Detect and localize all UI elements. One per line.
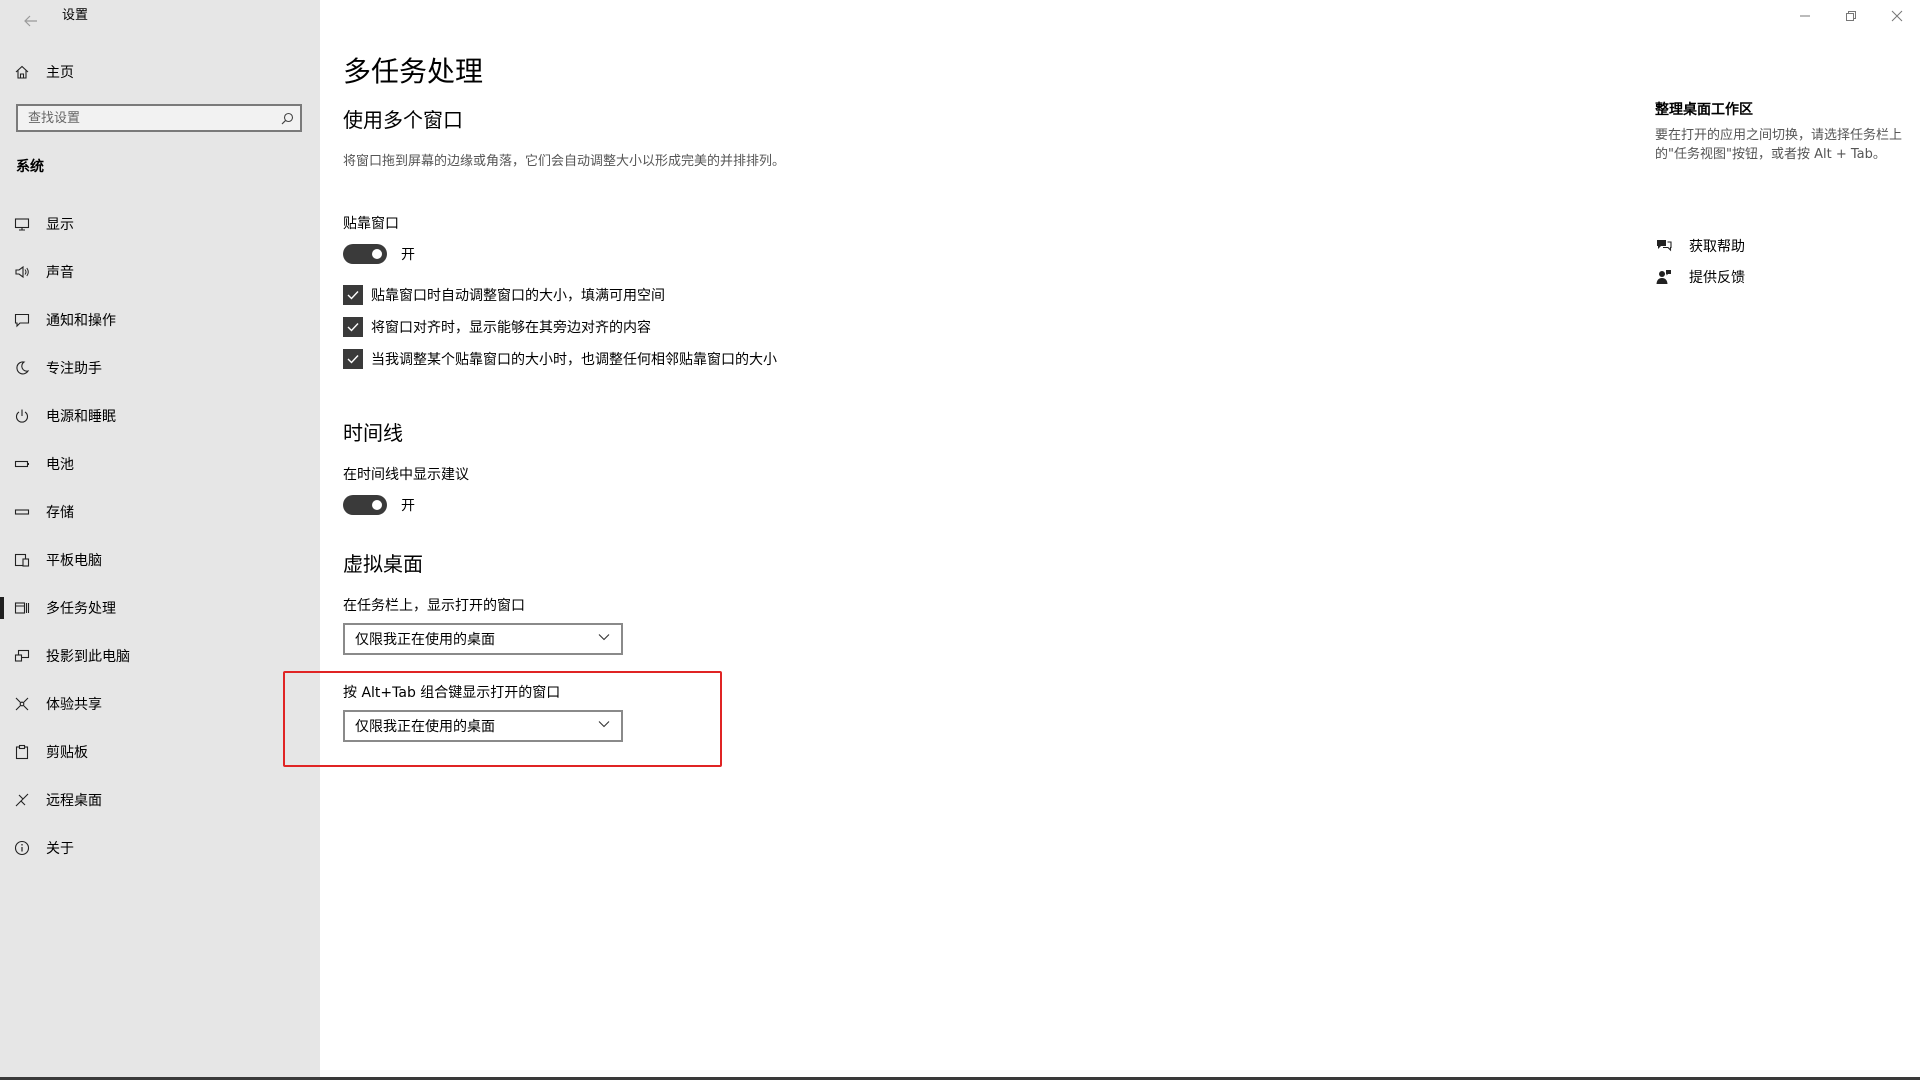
- restore-icon[interactable]: [1828, 0, 1874, 32]
- toggle-knob: [372, 500, 382, 510]
- checkbox-label: 将窗口对齐时，显示能够在其旁边对齐的内容: [371, 320, 651, 336]
- sidebar-item-display[interactable]: 显示: [0, 202, 320, 246]
- sidebar-item-label: 声音: [46, 265, 74, 281]
- sidebar-item-label: 体验共享: [46, 697, 102, 713]
- dropdown-value: 仅限我正在使用的桌面: [355, 632, 495, 648]
- checkbox-row: 将窗口对齐时，显示能够在其旁边对齐的内容: [343, 317, 651, 337]
- checkbox-row: 贴靠窗口时自动调整窗口的大小，填满可用空间: [343, 285, 665, 305]
- sidebar-item-label: 存储: [46, 505, 74, 521]
- toggle-state-label: 开: [401, 498, 415, 514]
- sidebar-item-label: 关于: [46, 841, 74, 857]
- link-label: 获取帮助: [1689, 239, 1745, 255]
- section-heading-virtual-desktops: 虚拟桌面: [343, 552, 423, 576]
- get-help-link[interactable]: 获取帮助: [1655, 236, 1745, 256]
- sidebar-item-sound[interactable]: 声音: [0, 250, 320, 294]
- sidebar: 设置 主页 系统 显示 声音 通知和操作 专注助手 电源和睡眠 电池 存储: [0, 0, 320, 1080]
- sidebar-item-multitasking[interactable]: 多任务处理: [0, 586, 320, 630]
- sidebar-item-tablet[interactable]: 平板电脑: [0, 538, 320, 582]
- share-experience-icon: [0, 682, 46, 726]
- sidebar-item-about[interactable]: 关于: [0, 826, 320, 870]
- snap-windows-label: 贴靠窗口: [343, 216, 399, 232]
- sidebar-item-project[interactable]: 投影到此电脑: [0, 634, 320, 678]
- sidebar-item-label: 电源和睡眠: [46, 409, 116, 425]
- sidebar-item-label: 平板电脑: [46, 553, 102, 569]
- toggle-state-label: 开: [401, 247, 415, 263]
- display-icon: [0, 202, 46, 246]
- timeline-toggle-row: 开: [343, 495, 415, 515]
- back-arrow-icon[interactable]: [14, 6, 48, 36]
- close-icon[interactable]: [1874, 0, 1920, 32]
- sidebar-item-home[interactable]: 主页: [0, 50, 320, 94]
- sidebar-item-storage[interactable]: 存储: [0, 490, 320, 534]
- sidebar-item-label: 通知和操作: [46, 313, 116, 329]
- checkbox-row: 当我调整某个贴靠窗口的大小时，也调整任何相邻贴靠窗口的大小: [343, 349, 777, 369]
- sidebar-item-clipboard[interactable]: 剪贴板: [0, 730, 320, 774]
- sidebar-item-label: 远程桌面: [46, 793, 102, 809]
- sidebar-item-label: 显示: [46, 217, 74, 233]
- multitasking-icon: [0, 586, 46, 630]
- app-title: 设置: [62, 8, 89, 23]
- section-heading-multiple-windows: 使用多个窗口: [343, 108, 463, 132]
- give-feedback-link[interactable]: 提供反馈: [1655, 267, 1745, 287]
- sidebar-item-label: 专注助手: [46, 361, 102, 377]
- snap-windows-toggle[interactable]: [343, 244, 387, 264]
- search-field[interactable]: [16, 104, 302, 132]
- search-icon[interactable]: [274, 112, 300, 125]
- info-icon: [0, 826, 46, 870]
- window-controls: [1782, 0, 1920, 32]
- highlight-box: [283, 671, 722, 767]
- timeline-suggestions-toggle[interactable]: [343, 495, 387, 515]
- sidebar-item-label: 多任务处理: [46, 601, 116, 617]
- checkbox-snap-assist[interactable]: [343, 317, 363, 337]
- section-heading-timeline: 时间线: [343, 421, 403, 445]
- link-label: 提供反馈: [1689, 270, 1745, 286]
- timeline-suggestions-label: 在时间线中显示建议: [343, 467, 469, 483]
- checkbox-snap-fill[interactable]: [343, 285, 363, 305]
- minimize-icon[interactable]: [1782, 0, 1828, 32]
- help-chat-icon: [1655, 237, 1675, 255]
- main-content: 多任务处理 使用多个窗口 将窗口拖到屏幕的边缘或角落，它们会自动调整大小以形成完…: [343, 0, 1603, 1080]
- section-description: 将窗口拖到屏幕的边缘或角落，它们会自动调整大小以形成完美的并排排列。: [343, 154, 786, 169]
- panel-title: 整理桌面工作区: [1655, 102, 1753, 118]
- sidebar-item-label: 投影到此电脑: [46, 649, 130, 665]
- panel-text: 要在打开的应用之间切换，请选择任务栏上的"任务视图"按钮，或者按 Alt + T…: [1655, 128, 1903, 162]
- sidebar-item-shared-experiences[interactable]: 体验共享: [0, 682, 320, 726]
- sidebar-item-power-sleep[interactable]: 电源和睡眠: [0, 394, 320, 438]
- search-input[interactable]: [18, 109, 274, 127]
- toggle-knob: [372, 249, 382, 259]
- chevron-down-icon: [597, 630, 611, 648]
- clipboard-icon: [0, 730, 46, 774]
- storage-icon: [0, 490, 46, 534]
- checkbox-snap-resize-adjacent[interactable]: [343, 349, 363, 369]
- taskbar-windows-dropdown[interactable]: 仅限我正在使用的桌面: [343, 623, 623, 655]
- remote-desktop-icon: [0, 778, 46, 822]
- sidebar-section-title: 系统: [16, 159, 44, 175]
- checkbox-label: 当我调整某个贴靠窗口的大小时，也调整任何相邻贴靠窗口的大小: [371, 352, 777, 368]
- moon-icon: [0, 346, 46, 390]
- feedback-icon: [1655, 268, 1675, 286]
- sidebar-item-remote-desktop[interactable]: 远程桌面: [0, 778, 320, 822]
- battery-icon: [0, 442, 46, 486]
- speaker-icon: [0, 250, 46, 294]
- page-title: 多任务处理: [343, 55, 484, 88]
- sidebar-item-label: 电池: [46, 457, 74, 473]
- related-info-panel: 整理桌面工作区 要在打开的应用之间切换，请选择任务栏上的"任务视图"按钮，或者按…: [1655, 100, 1905, 164]
- checkbox-label: 贴靠窗口时自动调整窗口的大小，填满可用空间: [371, 288, 665, 304]
- home-icon: [0, 50, 46, 94]
- project-icon: [0, 634, 46, 678]
- taskbar-windows-label: 在任务栏上，显示打开的窗口: [343, 598, 525, 614]
- sidebar-item-battery[interactable]: 电池: [0, 442, 320, 486]
- sidebar-item-label: 剪贴板: [46, 745, 88, 761]
- snap-windows-toggle-row: 开: [343, 244, 415, 264]
- power-icon: [0, 394, 46, 438]
- sidebar-item-focus-assist[interactable]: 专注助手: [0, 346, 320, 390]
- notification-icon: [0, 298, 46, 342]
- sidebar-item-notifications[interactable]: 通知和操作: [0, 298, 320, 342]
- sidebar-item-label: 主页: [46, 65, 74, 81]
- tablet-icon: [0, 538, 46, 582]
